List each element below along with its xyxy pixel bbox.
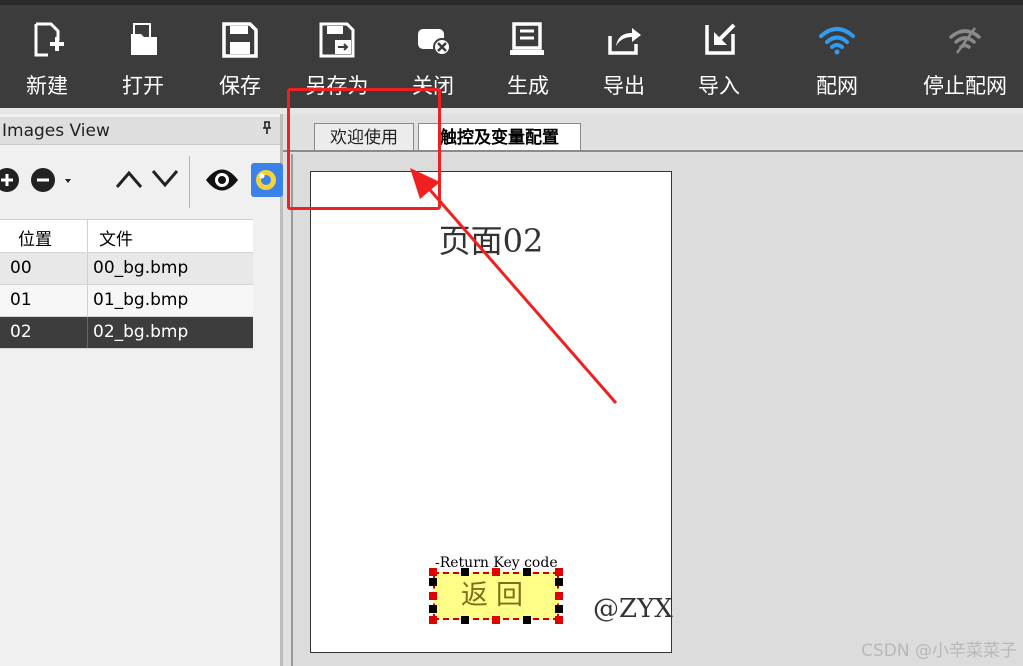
annotation-arrow <box>410 168 618 404</box>
watermark: CSDN @小辛菜菜子 <box>861 641 1017 661</box>
